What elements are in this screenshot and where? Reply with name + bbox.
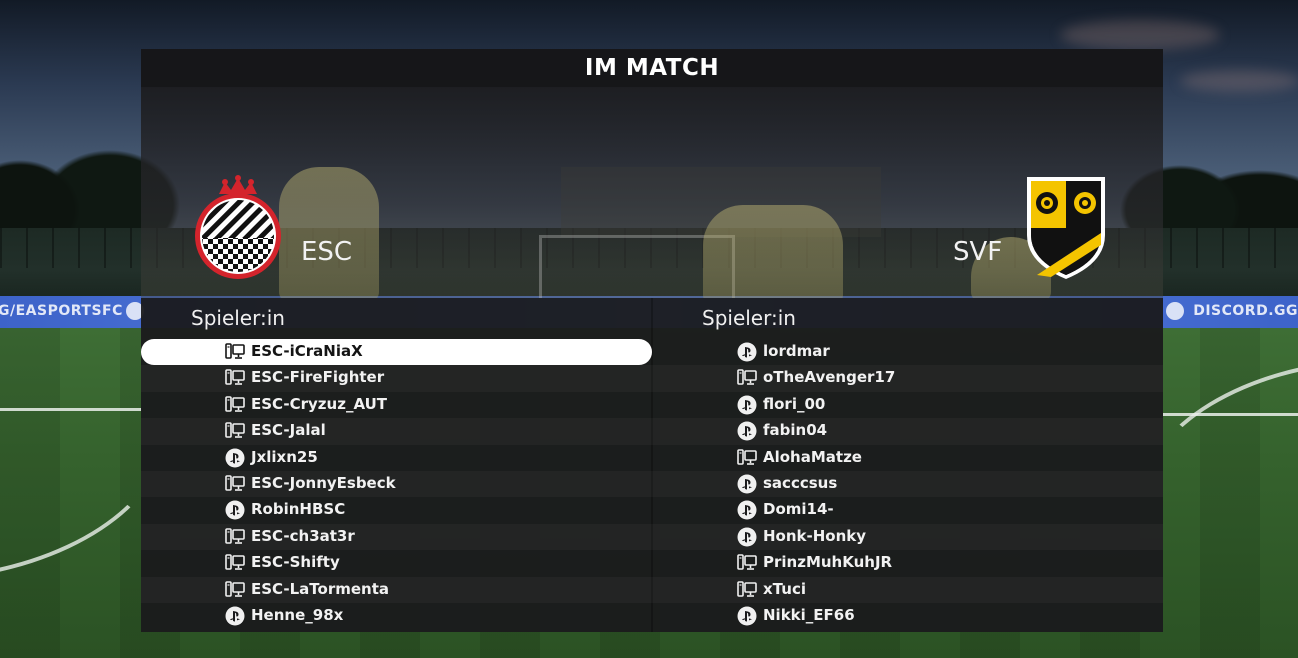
player-name: lordmar: [763, 342, 830, 360]
player-name: PrinzMuhKuhJR: [763, 553, 893, 572]
discord-icon: [1166, 302, 1184, 320]
svf-crest-icon: [1027, 177, 1105, 279]
playstation-icon: [737, 527, 757, 547]
home-team-name: ESC: [301, 237, 353, 267]
player-row[interactable]: Jxlixn25: [141, 445, 652, 471]
player-row[interactable]: AlohaMatze: [652, 445, 1163, 471]
player-row[interactable]: Domi14-: [652, 497, 1163, 523]
match-lobby-panel: IM MATCH ESC SVF Spieler:in ESC-iCraNiaX…: [141, 49, 1163, 632]
player-row[interactable]: Nikki_EF66: [652, 603, 1163, 629]
player-row[interactable]: oTheAvenger17: [652, 365, 1163, 391]
screen-title: IM MATCH: [584, 55, 720, 81]
player-name: ESC-iCraNiaX: [251, 342, 363, 360]
player-row[interactable]: ESC-ch3at3r: [141, 524, 652, 550]
playstation-icon: [737, 500, 757, 520]
pc-icon: [225, 580, 245, 599]
pc-icon: [225, 475, 245, 493]
pc-icon: [737, 554, 757, 572]
home-rows: ESC-iCraNiaX ESC-FireFighter ESC-Cryzuz_AU…: [141, 339, 652, 629]
player-row[interactable]: ESC-Cryzuz_AUT: [141, 392, 652, 418]
pc-icon: [225, 395, 245, 414]
ad-text-right: DISCORD.GG: [1193, 303, 1298, 319]
player-name: ESC-ch3at3r: [251, 526, 355, 545]
player-name: sacccsus: [763, 473, 838, 492]
pc-icon: [225, 422, 245, 440]
player-name: AlohaMatze: [763, 447, 862, 466]
player-row[interactable]: lordmar: [652, 339, 1163, 365]
player-row[interactable]: flori_00: [652, 392, 1163, 418]
player-name: ESC-Jalal: [251, 421, 326, 440]
cloud: [1060, 20, 1220, 50]
player-name: Domi14-: [763, 500, 834, 519]
player-row[interactable]: ESC-iCraNiaX: [141, 339, 652, 366]
away-player-list: Spieler:in lordmar oTheAvenger17 flori_00f…: [652, 298, 1163, 632]
pc-icon: [225, 554, 245, 572]
away-rows: lordmar oTheAvenger17 flori_00 fabin04 Aloha…: [652, 339, 1163, 629]
player-name: Nikki_EF66: [763, 605, 855, 624]
player-row[interactable]: Henne_98x: [141, 603, 652, 629]
player-row[interactable]: fabin04: [652, 418, 1163, 444]
player-row[interactable]: RobinHBSC: [141, 497, 652, 523]
player-row[interactable]: ESC-Shifty: [141, 550, 652, 576]
pc-icon: [225, 343, 245, 361]
player-row[interactable]: sacccsus: [652, 471, 1163, 497]
playstation-icon: [737, 474, 757, 494]
player-row[interactable]: xTuci: [652, 577, 1163, 603]
home-list-header: Spieler:in: [191, 306, 285, 330]
away-list-header: Spieler:in: [702, 306, 796, 330]
away-team-name: SVF: [953, 237, 1003, 267]
playstation-icon: [737, 395, 757, 415]
player-name: Henne_98x: [251, 605, 344, 624]
pc-icon: [737, 369, 757, 387]
player-name: ESC-JonnyEsbeck: [251, 473, 396, 492]
player-row[interactable]: Honk-Honky: [652, 524, 1163, 550]
pc-icon: [225, 369, 245, 387]
player-name: ESC-Shifty: [251, 553, 340, 572]
cloud: [1180, 70, 1298, 92]
pc-icon: [225, 527, 245, 546]
esc-crest-icon: [195, 175, 281, 279]
team-header: ESC SVF: [141, 87, 1163, 298]
home-player-list: Spieler:in ESC-iCraNiaX ESC-FireFighter ES…: [141, 298, 652, 632]
playstation-icon: [737, 421, 757, 441]
playstation-icon: [737, 342, 757, 362]
playstation-icon: [225, 500, 245, 520]
player-name: fabin04: [763, 421, 828, 440]
player-name: ESC-Cryzuz_AUT: [251, 394, 388, 413]
player-row[interactable]: ESC-Jalal: [141, 418, 652, 444]
player-row[interactable]: PrinzMuhKuhJR: [652, 550, 1163, 576]
playstation-icon: [225, 448, 245, 468]
playstation-icon: [225, 606, 245, 626]
pc-icon: [737, 580, 757, 599]
player-name: oTheAvenger17: [763, 368, 896, 387]
playstation-icon: [737, 606, 757, 626]
title-bar: IM MATCH: [141, 49, 1163, 87]
player-name: Jxlixn25: [251, 447, 318, 466]
player-name: flori_00: [763, 394, 826, 413]
pc-icon: [737, 448, 757, 467]
background-player: [703, 205, 843, 298]
player-name: xTuci: [763, 579, 806, 598]
player-lists: Spieler:in ESC-iCraNiaX ESC-FireFighter ES…: [141, 298, 1163, 632]
player-row[interactable]: ESC-JonnyEsbeck: [141, 471, 652, 497]
ad-text-left: G/EASPORTSFC: [0, 303, 123, 319]
background-player: [279, 167, 379, 298]
player-name: ESC-FireFighter: [251, 368, 385, 387]
player-name: Honk-Honky: [763, 526, 867, 545]
player-row[interactable]: ESC-FireFighter: [141, 365, 652, 391]
player-row[interactable]: ESC-LaTormenta: [141, 577, 652, 603]
player-name: ESC-LaTormenta: [251, 579, 390, 598]
player-name: RobinHBSC: [251, 500, 346, 519]
